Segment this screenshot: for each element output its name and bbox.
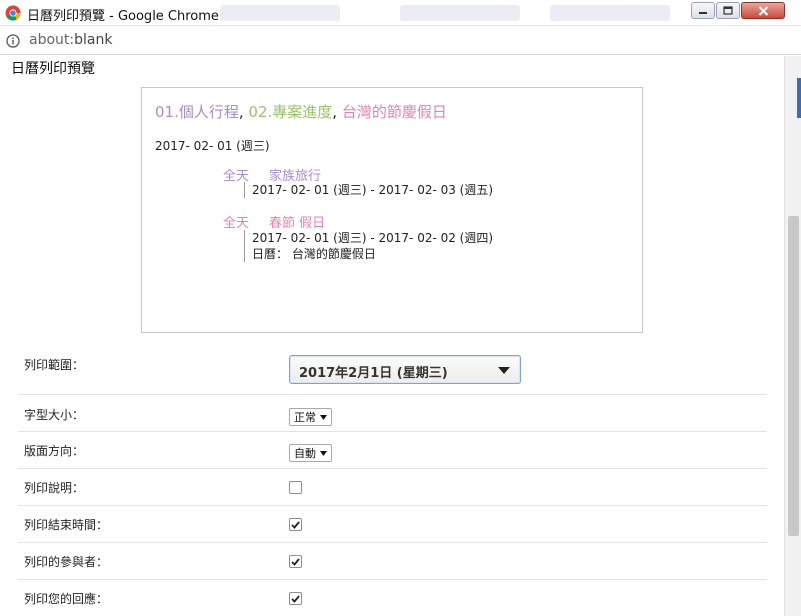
- minimize-button[interactable]: [691, 2, 715, 19]
- setting-row-print-description: 列印說明：: [18, 469, 767, 506]
- page-title: 日曆列印預覽: [11, 61, 95, 77]
- url-text[interactable]: about:blank: [29, 32, 112, 48]
- close-button[interactable]: [741, 2, 785, 19]
- setting-label: 列印範圍：: [24, 358, 85, 372]
- setting-label: 版面方向：: [24, 444, 85, 458]
- setting-row-print-responses: 列印您的回應：: [18, 580, 767, 616]
- triangle-down-icon: [320, 450, 327, 456]
- calendar-name: 02.專案進度: [248, 103, 333, 121]
- background-tab[interactable]: [220, 5, 340, 21]
- print-range-select[interactable]: 2017年2月1日 (星期三): [289, 355, 521, 384]
- setting-row-print-attendees: 列印的參與者：: [18, 543, 767, 580]
- setting-label: 列印的參與者：: [24, 555, 109, 569]
- window-controls: [691, 2, 785, 19]
- orientation-value: 自動: [294, 447, 316, 460]
- calendar-name: 台灣的節慶假日: [341, 103, 447, 121]
- url-scheme: about:: [29, 32, 75, 48]
- orientation-select[interactable]: 自動: [289, 444, 332, 462]
- setting-row-font-size: 字型大小： 正常: [18, 395, 767, 432]
- chrome-logo-icon: [5, 5, 21, 21]
- setting-row-orientation: 版面方向： 自動: [18, 432, 767, 469]
- print-preview-box: 01.個人行程, 02.專案進度, 台灣的節慶假日 2017- 02- 01 (…: [141, 87, 643, 333]
- event-title: 春節 假日: [269, 216, 326, 231]
- checkmark-icon: [291, 594, 300, 603]
- print-end-time-checkbox[interactable]: [289, 518, 302, 531]
- font-size-select[interactable]: 正常: [289, 408, 332, 426]
- info-icon[interactable]: [6, 34, 20, 48]
- event-details: 2017- 02- 01 (週三) - 2017- 02- 02 (週四) 日曆…: [244, 230, 493, 262]
- vertical-scrollbar[interactable]: [784, 56, 801, 616]
- calendar-list: 01.個人行程, 02.專案進度, 台灣的節慶假日: [155, 101, 447, 122]
- print-responses-checkbox[interactable]: [289, 592, 302, 605]
- setting-row-print-end-time: 列印結束時間：: [18, 506, 767, 543]
- url-path: blank: [74, 32, 113, 48]
- setting-row-print-range: 列印範圍： 2017年2月1日 (星期三): [18, 343, 767, 395]
- scrollbar-thumb[interactable]: [788, 216, 799, 536]
- window-title: 日曆列印預覽 - Google Chrome: [27, 9, 219, 24]
- preview-date: 2017- 02- 01 (週三): [155, 139, 270, 153]
- triangle-down-icon: [498, 367, 510, 374]
- font-size-value: 正常: [294, 411, 316, 424]
- minimize-icon: [699, 11, 707, 14]
- setting-label: 列印說明：: [24, 481, 85, 495]
- setting-label: 列印您的回應：: [24, 592, 109, 606]
- page-content: 日曆列印預覽 01.個人行程, 02.專案進度, 台灣的節慶假日 2017- 0…: [0, 56, 784, 616]
- checkmark-icon: [291, 557, 300, 566]
- background-tab[interactable]: [550, 5, 670, 21]
- calendar-name: 01.個人行程: [155, 103, 239, 121]
- calendar-separator: ,: [238, 103, 249, 121]
- background-tab[interactable]: [400, 5, 520, 21]
- print-range-value: 2017年2月1日 (星期三): [299, 366, 448, 381]
- maximize-button[interactable]: [716, 2, 740, 19]
- maximize-icon: [723, 6, 733, 15]
- event-details: 2017- 02- 01 (週三) - 2017- 02- 03 (週五): [244, 182, 493, 198]
- title-bar: 日曆列印預覽 - Google Chrome: [0, 0, 801, 26]
- event-date-range: 2017- 02- 01 (週三) - 2017- 02- 02 (週四): [252, 231, 494, 245]
- event-time: 全天: [223, 216, 250, 231]
- print-description-checkbox[interactable]: [289, 481, 302, 494]
- calendar-separator: ,: [332, 103, 342, 121]
- side-accent-strip: [797, 78, 801, 118]
- close-icon: [758, 5, 768, 16]
- checkmark-icon: [291, 520, 300, 529]
- triangle-down-icon: [320, 414, 327, 420]
- event-heading: 全天 春節 假日: [223, 212, 325, 231]
- event-date-range: 2017- 02- 01 (週三) - 2017- 02- 03 (週五): [252, 183, 494, 197]
- setting-label: 字型大小：: [24, 408, 85, 422]
- background-tabs: [210, 3, 680, 23]
- address-bar[interactable]: about:blank: [0, 27, 801, 55]
- setting-label: 列印結束時間：: [24, 518, 109, 532]
- event-calendar: 日曆： 台灣的節慶假日: [252, 247, 376, 261]
- print-attendees-checkbox[interactable]: [289, 555, 302, 568]
